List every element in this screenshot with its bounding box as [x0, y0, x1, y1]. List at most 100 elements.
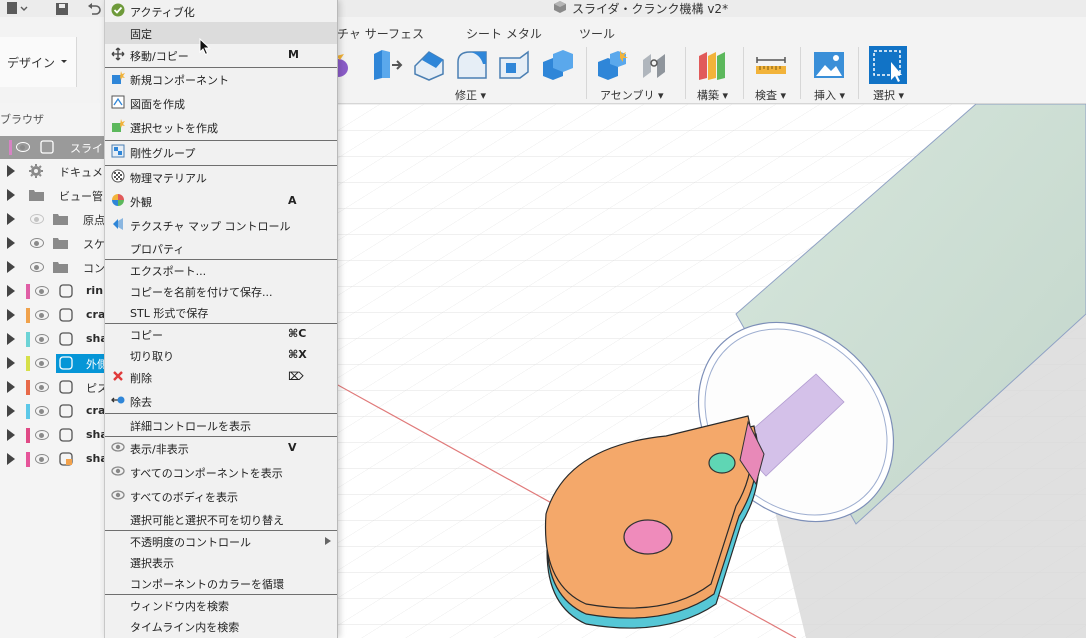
menu-item-cycle-component-colors[interactable]: コンポーネントのカラーを循環 — [105, 572, 337, 594]
expand-triangle-icon[interactable] — [7, 189, 15, 201]
menu-item-save-as-stl[interactable]: STL 形式で保存 — [105, 301, 337, 323]
visibility-eye-icon[interactable] — [35, 454, 49, 464]
group-modify[interactable]: 修正 ▾ — [455, 87, 486, 103]
menu-item-label: 外観 — [130, 196, 152, 209]
browser-row-document-settings[interactable]: ドキュメ — [0, 160, 106, 183]
browser-row-component[interactable]: rin — [0, 280, 106, 303]
expand-triangle-icon[interactable] — [7, 333, 15, 345]
browser-row-component-selected[interactable]: 外側 — [0, 352, 108, 375]
menu-item-save-copy-as[interactable]: コピーを名前を付けて保存... — [105, 280, 337, 302]
browser-row-component[interactable]: ピス — [0, 376, 108, 399]
menu-item-activate[interactable]: アクティブ化 — [105, 0, 337, 22]
browser-row-component[interactable]: sha — [0, 328, 108, 351]
menu-item-delete[interactable]: 削除 ⌦ — [105, 366, 337, 388]
expand-triangle-icon[interactable] — [7, 285, 15, 297]
menu-item-isolate[interactable]: 選択表示 — [105, 551, 337, 573]
new-component-icon[interactable] — [596, 48, 630, 82]
group-construct[interactable]: 構築 ▾ — [697, 87, 728, 103]
expand-triangle-icon[interactable] — [7, 453, 15, 465]
visibility-eye-icon[interactable] — [16, 142, 30, 152]
menu-item-show-detail-controls[interactable]: 詳細コントロールを表示 — [105, 414, 337, 436]
expand-triangle-icon[interactable] — [7, 429, 15, 441]
expand-triangle-icon[interactable] — [7, 309, 15, 321]
menu-item-show-all-components[interactable]: すべてのコンポーネントを表示 — [105, 461, 337, 483]
expand-triangle-icon[interactable] — [7, 357, 15, 369]
browser-row-component[interactable]: cra — [0, 304, 106, 327]
visibility-eye-icon[interactable] — [35, 406, 49, 416]
measure-icon[interactable] — [754, 48, 788, 82]
menu-item-cut[interactable]: 切り取り ⌘X — [105, 344, 337, 366]
menu-item-find-in-timeline[interactable]: タイムライン内を検索 — [105, 615, 337, 637]
group-inspect[interactable]: 検査 ▾ — [755, 87, 786, 103]
menu-item-rigid-group[interactable]: 剛性グループ — [105, 141, 337, 163]
menu-item-create-selection-set[interactable]: 選択セットを作成 — [105, 116, 337, 138]
browser-row-sketches[interactable]: スケ — [0, 232, 106, 255]
expand-triangle-icon[interactable] — [7, 261, 15, 273]
tab-surface[interactable]: チャ サーフェス — [337, 25, 424, 42]
visibility-eye-icon[interactable] — [35, 382, 49, 392]
select-tool-icon[interactable] — [869, 46, 907, 84]
visibility-eye-icon[interactable] — [30, 214, 44, 224]
chamfer-icon[interactable] — [455, 48, 489, 82]
menu-item-new-component[interactable]: 新規コンポーネント — [105, 68, 337, 90]
insert-image-icon[interactable] — [812, 48, 846, 82]
expand-triangle-icon[interactable] — [7, 405, 15, 417]
browser-row-component[interactable]: sha — [0, 424, 108, 447]
offset-plane-icon[interactable] — [696, 48, 730, 82]
menu-item-show-hide[interactable]: 表示/非表示 V — [105, 437, 337, 459]
save-icon[interactable] — [55, 0, 69, 17]
browser-row-construction[interactable]: コン — [0, 256, 106, 279]
expand-triangle-icon[interactable] — [7, 165, 15, 177]
undo-icon[interactable] — [87, 0, 101, 17]
workspace-switcher-button[interactable]: デザイン — [0, 37, 77, 87]
expand-triangle-icon[interactable] — [7, 213, 15, 225]
expand-triangle-icon[interactable] — [7, 237, 15, 249]
visibility-eye-icon[interactable] — [35, 334, 49, 344]
browser-row-named-views[interactable]: ビュー管 — [0, 184, 106, 207]
menu-item-label: コピーを名前を付けて保存... — [130, 286, 273, 299]
browser-row-component[interactable]: sha — [0, 448, 108, 471]
menu-item-physical-material[interactable]: 物理マテリアル — [105, 166, 337, 188]
menu-item-show-all-bodies[interactable]: すべてのボディを表示 — [105, 485, 337, 507]
visibility-eye-icon[interactable] — [30, 238, 44, 248]
tab-sheet-metal[interactable]: シート メタル — [466, 25, 542, 42]
component-icon — [59, 356, 73, 370]
component-icon — [40, 140, 54, 154]
menu-item-find-in-window[interactable]: ウィンドウ内を検索 — [105, 594, 337, 616]
shell-icon[interactable] — [497, 48, 531, 82]
menu-item-export[interactable]: エクスポート... — [105, 259, 337, 281]
visibility-eye-icon[interactable] — [35, 286, 49, 296]
combine-icon[interactable] — [540, 48, 574, 82]
fillet-icon[interactable] — [412, 48, 446, 82]
3d-canvas[interactable] — [336, 104, 1086, 638]
menu-item-appearance[interactable]: 外観 A — [105, 190, 337, 212]
menu-item-properties[interactable]: プロパティ — [105, 237, 337, 259]
group-assemble[interactable]: アセンブリ ▾ — [600, 87, 663, 103]
file-menu-icon[interactable] — [6, 0, 28, 17]
group-select[interactable]: 選択 ▾ — [873, 87, 904, 103]
menu-item-texture-map-controls[interactable]: テクスチャ マップ コントロール — [105, 214, 337, 236]
expand-triangle-icon[interactable] — [7, 381, 15, 393]
press-pull-icon[interactable] — [370, 48, 404, 82]
group-insert[interactable]: 挿入 ▾ — [814, 87, 845, 103]
menu-item-remove[interactable]: 除去 — [105, 390, 337, 412]
menu-item-copy[interactable]: コピー ⌘C — [105, 323, 337, 345]
group-modify-label: 修正 — [455, 89, 477, 102]
menu-item-opacity-control[interactable]: 不透明度のコントロール — [105, 530, 337, 552]
tab-tools[interactable]: ツール — [579, 25, 615, 42]
component-color-bar — [26, 332, 30, 347]
joint-icon[interactable] — [639, 48, 673, 82]
menu-item-move-copy[interactable]: 移動/コピー M — [105, 44, 337, 66]
component-icon — [59, 404, 73, 418]
menu-item-toggle-selectable[interactable]: 選択可能と選択不可を切り替え — [105, 508, 337, 530]
visibility-eye-icon[interactable] — [30, 262, 44, 272]
browser-row-origin[interactable]: 原点 — [0, 208, 106, 231]
browser-root-row[interactable]: スライ — [0, 136, 106, 159]
visibility-eye-icon[interactable] — [35, 310, 49, 320]
menu-item-ground[interactable]: 固定 — [105, 22, 337, 44]
visibility-eye-icon[interactable] — [35, 430, 49, 440]
visibility-eye-icon[interactable] — [35, 358, 49, 368]
browser-row-component[interactable]: cra — [0, 400, 106, 423]
form-tool-icon[interactable] — [328, 48, 350, 82]
menu-item-create-drawing[interactable]: 図面を作成 — [105, 92, 337, 114]
